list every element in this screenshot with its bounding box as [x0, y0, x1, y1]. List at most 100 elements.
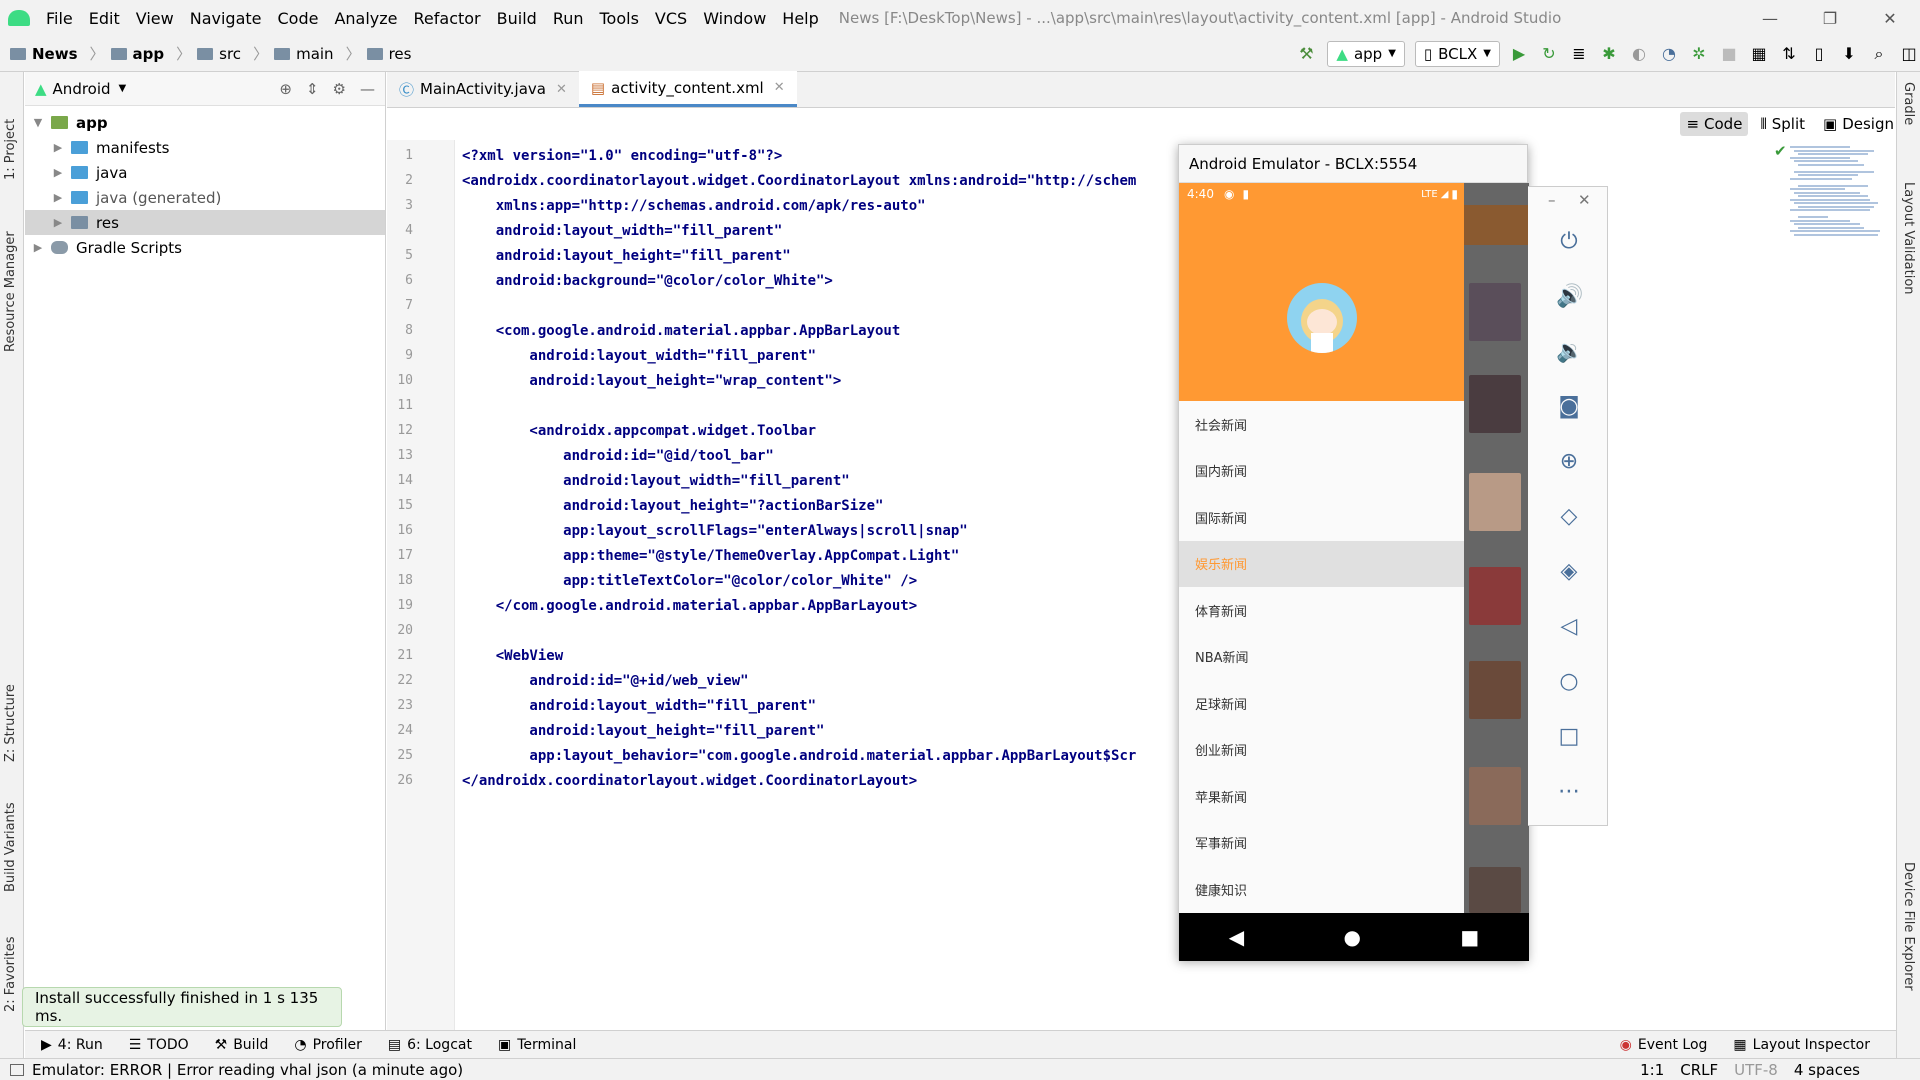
- menu-run[interactable]: Run: [553, 9, 584, 28]
- tab-file[interactable]: ▤ activity_content.xml ✕: [578, 71, 797, 107]
- tool-logcat[interactable]: ▤ 6: Logcat: [388, 1037, 472, 1053]
- home-icon[interactable]: ●: [1344, 925, 1361, 949]
- stop-icon[interactable]: ■: [1718, 43, 1740, 65]
- chevron-icon[interactable]: ▶: [51, 216, 65, 229]
- hammer-icon[interactable]: ⚒: [1295, 43, 1317, 65]
- menu-edit[interactable]: Edit: [89, 9, 120, 28]
- tab-layout-validation[interactable]: Layout Validation: [1901, 182, 1916, 295]
- menu-window[interactable]: Window: [703, 9, 766, 28]
- tool-run[interactable]: ▶ 4: Run: [41, 1037, 103, 1053]
- code-line[interactable]: </androidx.coordinatorlayout.widget.Coor…: [462, 773, 917, 789]
- project-view-select[interactable]: Android: [53, 80, 111, 98]
- tool-profiler[interactable]: ◔ Profiler: [294, 1037, 362, 1053]
- line-separator[interactable]: CRLF: [1680, 1061, 1718, 1079]
- tab-project[interactable]: 1: Project: [3, 80, 21, 180]
- code-line[interactable]: </com.google.android.material.appbar.App…: [462, 598, 917, 614]
- drawer-item[interactable]: 创业新闻: [1179, 727, 1464, 774]
- drawer-item[interactable]: 苹果新闻: [1179, 773, 1464, 820]
- drawer-item[interactable]: 娱乐新闻: [1179, 540, 1464, 587]
- minimize-icon[interactable]: —: [1740, 9, 1800, 28]
- tab-structure[interactable]: Z: Structure: [3, 652, 18, 762]
- caret-position[interactable]: 1:1: [1640, 1061, 1664, 1079]
- rotate-left-icon[interactable]: ◇: [1556, 504, 1582, 530]
- volume-down-icon[interactable]: 🔉: [1556, 339, 1583, 365]
- minimize-icon[interactable]: –: [1548, 191, 1556, 209]
- menu-help[interactable]: Help: [782, 9, 818, 28]
- close-icon[interactable]: ✕: [1578, 191, 1591, 209]
- code-line[interactable]: android:layout_width="fill_parent": [462, 473, 850, 489]
- code-line[interactable]: <androidx.coordinatorlayout.widget.Coord…: [462, 173, 1136, 189]
- tab-gradle[interactable]: Gradle: [1901, 82, 1916, 125]
- code-line[interactable]: android:layout_width="fill_parent": [462, 348, 816, 364]
- hide-icon[interactable]: —: [360, 80, 375, 98]
- menu-analyze[interactable]: Analyze: [334, 9, 397, 28]
- indent-setting[interactable]: 4 spaces: [1794, 1061, 1860, 1079]
- drawer-item[interactable]: NBA新闻: [1179, 634, 1464, 681]
- locate-icon[interactable]: ⊕: [279, 80, 292, 98]
- code-line[interactable]: android:background="@color/color_White">: [462, 273, 833, 289]
- drawer-item[interactable]: 国际新闻: [1179, 494, 1464, 541]
- tree-item[interactable]: ▶ res: [25, 210, 385, 235]
- code-line[interactable]: <com.google.android.material.appbar.AppB…: [462, 323, 901, 339]
- code-line[interactable]: android:layout_height="wrap_content">: [462, 373, 841, 389]
- avd-manager-icon[interactable]: ▯: [1808, 43, 1830, 65]
- tab-device-file-explorer[interactable]: Device File Explorer: [1901, 862, 1916, 991]
- menu-code[interactable]: Code: [278, 9, 319, 28]
- recents-icon[interactable]: ■: [1460, 925, 1479, 949]
- drawer-item[interactable]: 体育新闻: [1179, 587, 1464, 634]
- drawer-item[interactable]: 足球新闻: [1179, 680, 1464, 727]
- code-line[interactable]: app:theme="@style/ThemeOverlay.AppCompat…: [462, 548, 959, 564]
- close-icon[interactable]: ✕: [1860, 9, 1920, 28]
- search-icon[interactable]: ⌕: [1868, 43, 1890, 65]
- view-mode-design[interactable]: ▣ Design: [1817, 112, 1900, 136]
- tree-item[interactable]: ▶ java: [25, 160, 385, 185]
- chevron-icon[interactable]: ▶: [51, 191, 65, 204]
- close-icon[interactable]: ✕: [556, 82, 567, 97]
- tool-event-log[interactable]: ◉ Event Log: [1620, 1037, 1708, 1053]
- coverage-icon[interactable]: ◐: [1628, 43, 1650, 65]
- run-config-select[interactable]: ▲ app ▼: [1327, 40, 1405, 67]
- tree-item[interactable]: ▶ manifests: [25, 135, 385, 160]
- breadcrumb-item[interactable]: res: [366, 45, 411, 63]
- avatar[interactable]: [1287, 283, 1357, 353]
- tab-build-variants[interactable]: Build Variants: [3, 772, 18, 892]
- tool-layout-inspector[interactable]: ▦ Layout Inspector: [1733, 1037, 1870, 1053]
- apply-changes-icon[interactable]: ↻: [1538, 43, 1560, 65]
- breadcrumb-item[interactable]: main: [274, 45, 334, 63]
- drawer-item[interactable]: 国内新闻: [1179, 448, 1464, 495]
- code-line[interactable]: <WebView: [462, 648, 563, 664]
- zoom-icon[interactable]: ⊕: [1556, 449, 1582, 475]
- drawer-item[interactable]: 军事新闻: [1179, 820, 1464, 867]
- collapse-icon[interactable]: ⇕: [306, 80, 319, 98]
- device-select[interactable]: ▯ BCLX ▼: [1414, 40, 1500, 67]
- tab-file[interactable]: Ⓒ MainActivity.java ✕: [387, 71, 579, 107]
- menu-refactor[interactable]: Refactor: [414, 9, 481, 28]
- file-encoding[interactable]: UTF-8: [1734, 1061, 1778, 1079]
- tab-favorites[interactable]: 2: Favorites: [3, 912, 18, 1012]
- run-icon[interactable]: ▶: [1508, 43, 1530, 65]
- code-line[interactable]: xmlns:app="http://schemas.android.com/ap…: [462, 198, 926, 214]
- menu-navigate[interactable]: Navigate: [190, 9, 262, 28]
- view-mode-split[interactable]: ⫴ Split: [1754, 112, 1811, 136]
- close-icon[interactable]: ✕: [774, 80, 785, 95]
- tree-item[interactable]: ▶ java (generated): [25, 185, 385, 210]
- home-icon[interactable]: ○: [1556, 669, 1582, 695]
- menu-file[interactable]: File: [46, 9, 73, 28]
- user-icon[interactable]: ◫: [1898, 43, 1920, 65]
- back-icon[interactable]: ◁: [1556, 614, 1582, 640]
- status-toggle-icon[interactable]: [10, 1063, 24, 1076]
- breadcrumb-item[interactable]: src: [197, 45, 241, 63]
- breadcrumb-item[interactable]: News: [10, 45, 78, 63]
- code-line[interactable]: app:titleTextColor="@color/color_White" …: [462, 573, 917, 589]
- code-line[interactable]: <androidx.appcompat.widget.Toolbar: [462, 423, 816, 439]
- menu-vcs[interactable]: VCS: [655, 9, 687, 28]
- code-line[interactable]: app:layout_scrollFlags="enterAlways|scro…: [462, 523, 968, 539]
- drawer-item[interactable]: 社会新闻: [1179, 401, 1464, 448]
- rotate-right-icon[interactable]: ◈: [1556, 559, 1582, 585]
- more-icon[interactable]: ⋯: [1556, 779, 1582, 805]
- view-mode-code[interactable]: ≡ Code: [1680, 112, 1749, 136]
- code-line[interactable]: android:id="@id/tool_bar": [462, 448, 774, 464]
- menu-view[interactable]: View: [136, 9, 174, 28]
- tree-item[interactable]: ▶ Gradle Scripts: [25, 235, 385, 260]
- overview-icon[interactable]: □: [1556, 724, 1582, 750]
